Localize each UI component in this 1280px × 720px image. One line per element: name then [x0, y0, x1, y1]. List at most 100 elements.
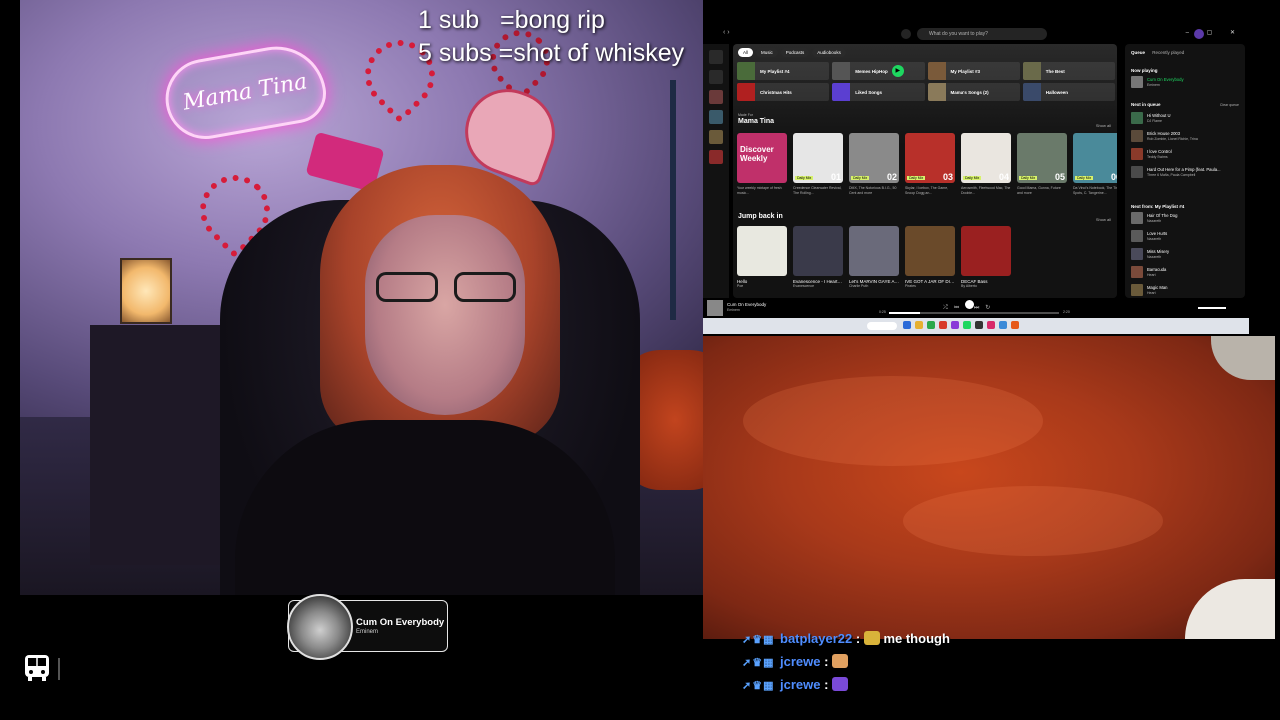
mix-card[interactable]: Daily Mix 04 Aerosmith, Fleetwood Mac, The…	[961, 133, 1011, 196]
jump-back-card[interactable]: Hello Poe	[737, 226, 787, 290]
play-icon[interactable]: ▶	[891, 65, 904, 77]
queue-item[interactable]: Barracuda Heart	[1131, 266, 1241, 280]
track-artist: Nazareth	[1147, 219, 1162, 223]
app-icon[interactable]	[999, 321, 1007, 329]
progress-bar[interactable]	[889, 312, 1059, 314]
table-lamp	[120, 258, 172, 324]
elapsed-time: 0:25	[879, 310, 886, 314]
mix-card[interactable]: Daily Mix 05 Good Mama, Gunna, Future and …	[1017, 133, 1067, 196]
mix-card[interactable]: Daily Mix 02 DMX, The Notorious B.I.G., 50…	[849, 133, 899, 196]
player-album-art[interactable]	[707, 300, 723, 316]
shortcut-tile[interactable]: Memes HipHop ▶	[832, 62, 925, 80]
mix-card[interactable]: Discover Weekly Your weekly mixtape of fr…	[737, 133, 787, 196]
queue-panel: Queue Recently played Now playing Cum On…	[1125, 44, 1245, 298]
playlist-thumb[interactable]	[709, 110, 723, 124]
chip-all[interactable]: All	[738, 48, 754, 57]
daily-mix-badge: Daily Mix	[1019, 176, 1038, 180]
queue-item[interactable]: Brick House 2003 Rob Zombie, Lionel Richi…	[1131, 130, 1241, 144]
tab-recently-played[interactable]: Recently played	[1152, 50, 1184, 55]
queue-item[interactable]: Love Hurts Nazareth	[1131, 230, 1241, 244]
window-controls[interactable]: – ▢ ✕	[1186, 29, 1243, 36]
player-track-title[interactable]: Cum On Everybody	[727, 302, 766, 307]
queue-now-playing[interactable]: Cum On Everybody Eminem	[1131, 76, 1241, 90]
app-icon[interactable]	[951, 321, 959, 329]
repeat-icon[interactable]: ↻	[985, 305, 996, 311]
mix-card[interactable]: Daily Mix 01 Creedence Clearwater Revival,…	[793, 133, 843, 196]
mix-cover: Daily Mix 05	[1017, 133, 1067, 183]
mix-cover: Daily Mix 04	[961, 133, 1011, 183]
jump-back-cover	[849, 226, 899, 276]
playlist-thumb[interactable]	[709, 130, 723, 144]
now-playing-title: Cum On Everybody	[356, 617, 445, 628]
shortcut-tile[interactable]: My Playlist #3	[927, 62, 1020, 80]
jump-back-card[interactable]: IVE GOT A JAR OF DIRT Pirates	[905, 226, 955, 290]
jump-back-card[interactable]: DECAF Bass By Alberto	[961, 226, 1011, 290]
chat-username[interactable]: jcrewe	[780, 654, 820, 669]
app-icon[interactable]	[939, 321, 947, 329]
show-all-link[interactable]: Show all	[1096, 217, 1111, 222]
shuffle-icon[interactable]: ⤮	[943, 305, 954, 311]
playlist-thumb[interactable]	[709, 150, 723, 164]
queue-item[interactable]: Magic Man Heart	[1131, 284, 1241, 298]
app-icon[interactable]	[975, 321, 983, 329]
shortcut-art	[832, 62, 851, 80]
blanket-fold	[743, 376, 1043, 466]
shortcut-tile[interactable]: The Best	[1022, 62, 1115, 80]
now-playing-artist: Eminem	[356, 629, 379, 635]
emote-icon	[863, 631, 880, 645]
app-icon[interactable]	[903, 321, 911, 329]
queue-item[interactable]: Miss Misery Nazareth	[1131, 248, 1241, 262]
search-input[interactable]: What do you want to play?	[917, 28, 1047, 40]
jump-back-card[interactable]: Let's MARVIN GAYE AND GET IT ON WI...Cha…	[849, 226, 899, 290]
chat-username[interactable]: batplayer22	[780, 631, 852, 646]
next-icon[interactable]: ⏭	[974, 305, 985, 311]
pause-button[interactable]	[964, 300, 974, 309]
chat-message: ➚♛▦ batplayer22 : me though	[742, 631, 950, 646]
emote-icon	[832, 677, 849, 691]
mix-card[interactable]: Daily Mix 06 Da Vinci's Notebook, The Tin …	[1073, 133, 1117, 196]
track-title: Magic Man	[1147, 285, 1168, 290]
library-icon[interactable]	[709, 50, 723, 64]
shortcut-tile[interactable]: Halloween	[1022, 83, 1115, 101]
track-art	[1131, 212, 1143, 224]
track-title: Hard Out Here for a Pimp (feat. Paula...	[1147, 167, 1221, 172]
previous-icon[interactable]: ⏮	[954, 305, 965, 311]
track-art	[1131, 230, 1143, 242]
made-for-title[interactable]: Mama Tina	[738, 118, 774, 125]
shortcut-label: Halloween	[1045, 89, 1069, 95]
player-artist[interactable]: Eminem	[727, 308, 740, 312]
next-from-label: Next from: My Playlist #4	[1131, 204, 1185, 209]
home-icon[interactable]	[901, 29, 911, 39]
chip-audiobooks[interactable]: Audiobooks	[812, 48, 846, 57]
chip-podcasts[interactable]: Podcasts	[780, 48, 810, 57]
clear-queue-button[interactable]: Clear queue	[1220, 103, 1239, 107]
shortcut-tile[interactable]: Mama's Songs (2)	[927, 83, 1020, 101]
volume-slider[interactable]	[1198, 307, 1226, 309]
player-bar: Cum On Everybody Eminem ⤮⏮ ⏭↻ 0:25 2:20	[703, 298, 1249, 318]
shortcut-tile[interactable]: My Playlist #4	[737, 62, 830, 80]
taskbar-search[interactable]	[867, 322, 897, 330]
mix-card[interactable]: Daily Mix 03 Skylar, I Icebox, The Game, S…	[905, 133, 955, 196]
show-all-link[interactable]: Show all	[1096, 123, 1111, 128]
queue-item[interactable]: I love Control Teddy Swims	[1131, 148, 1241, 162]
chip-music[interactable]: Music	[756, 48, 778, 57]
add-icon[interactable]	[709, 70, 723, 84]
playlist-thumb[interactable]	[709, 90, 723, 104]
app-icon[interactable]	[963, 321, 971, 329]
jump-back-title[interactable]: Jump back in	[738, 213, 783, 220]
pillow-corner	[1211, 336, 1275, 380]
nav-arrows-icon[interactable]: ‹ ›	[723, 29, 730, 36]
chat-username[interactable]: jcrewe	[780, 677, 820, 692]
mix-cover: Daily Mix 06	[1073, 133, 1117, 183]
app-icon[interactable]	[915, 321, 923, 329]
shortcut-tile[interactable]: Christmas Hits	[737, 83, 830, 101]
queue-item[interactable]: Hi Without U DJ Flame	[1131, 112, 1241, 126]
queue-item[interactable]: Hard Out Here for a Pimp (feat. Paula...…	[1131, 166, 1241, 180]
queue-item[interactable]: Hair Of The Dog Nazareth	[1131, 212, 1241, 226]
tab-queue[interactable]: Queue	[1131, 50, 1145, 55]
app-icon[interactable]	[987, 321, 995, 329]
app-icon[interactable]	[927, 321, 935, 329]
shortcut-tile[interactable]: Liked Songs	[832, 83, 925, 101]
app-icon[interactable]	[1011, 321, 1019, 329]
jump-back-card[interactable]: Evanescence - I Heart Shaped BoxEvanesce…	[793, 226, 843, 290]
